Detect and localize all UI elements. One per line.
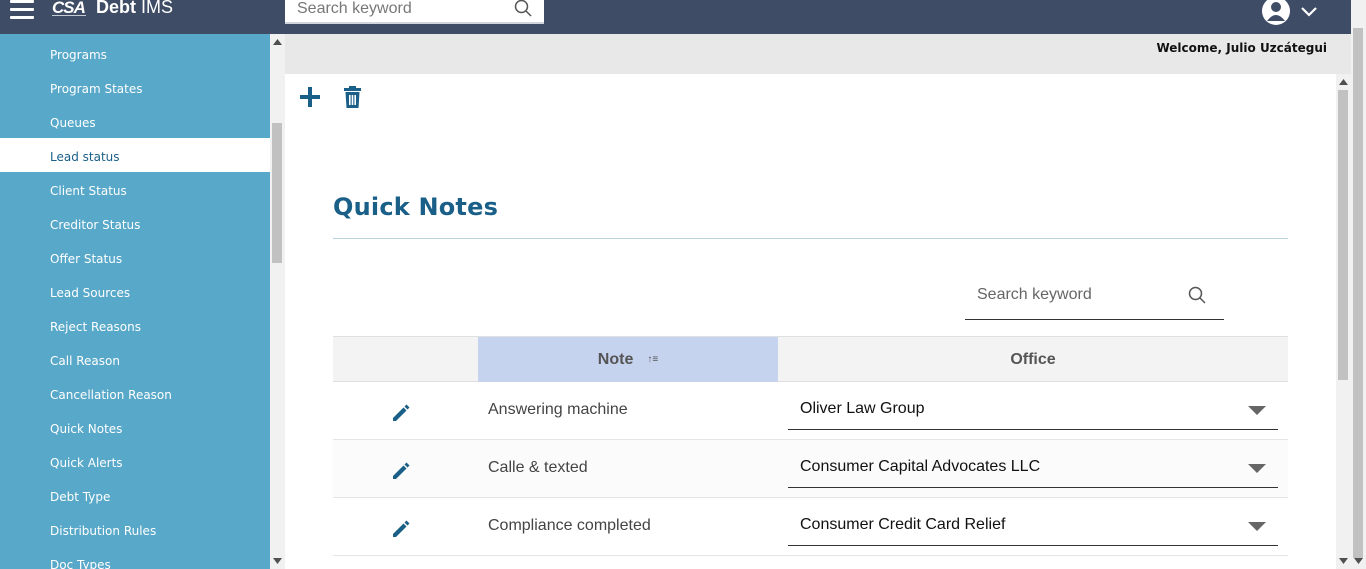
scroll-up-icon[interactable] xyxy=(1339,79,1348,85)
trash-icon[interactable] xyxy=(343,86,362,108)
pencil-icon[interactable] xyxy=(391,403,411,423)
menu-icon[interactable] xyxy=(10,0,34,20)
table-row: Answering machine Oliver Law Group xyxy=(333,382,1288,440)
sidebar-item-quick-alerts[interactable]: Quick Alerts xyxy=(0,444,270,478)
content-scroll-thumb[interactable] xyxy=(1338,90,1348,380)
sidebar-item-reject-reasons[interactable]: Reject Reasons xyxy=(0,308,270,342)
top-bar: CSA Debt IMS xyxy=(0,0,1366,34)
title-divider xyxy=(333,238,1288,239)
scroll-down-icon[interactable] xyxy=(1339,558,1348,564)
sidebar-item-doc-types[interactable]: Doc Types xyxy=(0,546,270,569)
office-select[interactable]: Consumer Capital Advocates LLC xyxy=(788,448,1278,488)
app-title: Debt IMS xyxy=(96,0,174,17)
search-icon[interactable] xyxy=(1188,286,1206,304)
office-select[interactable]: Consumer Credit Card Relief xyxy=(788,506,1278,546)
sidebar-item-label: Quick Alerts xyxy=(50,456,123,470)
sidebar-item-label: Call Reason xyxy=(50,354,120,368)
table-row: Compliance completed Consumer Credit Car… xyxy=(333,498,1288,556)
sidebar-item-lead-sources[interactable]: Lead Sources xyxy=(0,274,270,308)
scroll-down-icon[interactable] xyxy=(273,558,282,564)
sidebar-item-creditor-status[interactable]: Creditor Status xyxy=(0,206,270,240)
table-search-input[interactable] xyxy=(977,284,1177,306)
plus-icon[interactable] xyxy=(298,85,322,109)
office-value: Consumer Capital Advocates LLC xyxy=(800,458,1041,475)
user-icon[interactable] xyxy=(1261,0,1291,26)
caret-down-icon[interactable] xyxy=(1248,464,1266,473)
column-header-office[interactable]: Office xyxy=(778,337,1288,382)
column-header-actions xyxy=(333,337,478,382)
sidebar-item-call-reason[interactable]: Call Reason xyxy=(0,342,270,376)
content-scrollbar[interactable] xyxy=(1336,74,1351,569)
sidebar-item-programs[interactable]: Programs xyxy=(0,36,270,70)
sidebar-item-label: Creditor Status xyxy=(50,218,141,232)
sidebar-item-label: Queues xyxy=(50,116,96,130)
note-cell: Compliance completed xyxy=(488,517,651,534)
page-scrollbar[interactable] xyxy=(1351,0,1366,569)
sidebar-item-label: Programs xyxy=(50,48,107,62)
sidebar-item-program-states[interactable]: Program States xyxy=(0,70,270,104)
office-select[interactable]: Oliver Law Group xyxy=(788,390,1278,430)
column-header-label: Note xyxy=(597,350,634,368)
sidebar-item-distribution-rules[interactable]: Distribution Rules xyxy=(0,512,270,546)
sidebar-item-label: Reject Reasons xyxy=(50,320,142,334)
global-search xyxy=(285,0,544,24)
global-search-input[interactable] xyxy=(297,0,497,20)
sidebar-item-label: Program States xyxy=(50,82,143,96)
table-search xyxy=(965,275,1224,320)
caret-down-icon[interactable] xyxy=(1248,522,1266,531)
welcome-text: Welcome, Julio Uzcátegui xyxy=(1156,41,1327,55)
note-cell: Calle & texted xyxy=(488,459,588,476)
office-value: Consumer Credit Card Relief xyxy=(800,516,1006,533)
sidebar-item-lead-status[interactable]: Lead status xyxy=(0,138,270,172)
sidebar-item-debt-type[interactable]: Debt Type xyxy=(0,478,270,512)
sidebar-item-label: Lead Sources xyxy=(50,286,131,300)
sidebar: Programs Program States Queues Lead stat… xyxy=(0,34,270,569)
note-cell: Answering machine xyxy=(488,401,628,418)
sidebar-item-label: Quick Notes xyxy=(50,422,123,436)
pencil-icon[interactable] xyxy=(391,519,411,539)
quick-notes-table: Note ↑≡ Office Answering machine Oliver … xyxy=(333,336,1288,556)
sidebar-item-label: Debt Type xyxy=(50,490,111,504)
column-header-note[interactable]: Note ↑≡ xyxy=(478,337,778,382)
pencil-icon[interactable] xyxy=(391,461,411,481)
sort-icon[interactable]: ↑≡ xyxy=(647,354,658,365)
scroll-down-icon[interactable] xyxy=(1354,558,1363,564)
sidebar-item-quick-notes[interactable]: Quick Notes xyxy=(0,410,270,444)
company-logo: CSA xyxy=(52,0,86,17)
table-header: Note ↑≡ Office xyxy=(333,336,1288,382)
scroll-up-icon[interactable] xyxy=(273,39,282,45)
sidebar-item-label: Offer Status xyxy=(50,252,123,266)
sidebar-item-client-status[interactable]: Client Status xyxy=(0,172,270,206)
sidebar-scrollbar[interactable] xyxy=(270,34,285,569)
page-scroll-thumb[interactable] xyxy=(1353,28,1363,558)
search-icon[interactable] xyxy=(514,0,532,17)
sidebar-item-label: Doc Types xyxy=(50,558,111,569)
sidebar-item-label: Lead status xyxy=(50,150,120,164)
sidebar-item-label: Cancellation Reason xyxy=(50,388,172,402)
sidebar-item-label: Client Status xyxy=(50,184,127,198)
sidebar-item-cancellation-reason[interactable]: Cancellation Reason xyxy=(0,376,270,410)
page-title: Quick Notes xyxy=(333,193,499,221)
column-header-label: Office xyxy=(1010,350,1056,368)
table-row: Calle & texted Consumer Capital Advocate… xyxy=(333,440,1288,498)
sidebar-item-queues[interactable]: Queues xyxy=(0,104,270,138)
sidebar-scroll-thumb[interactable] xyxy=(272,123,282,263)
sidebar-item-label: Distribution Rules xyxy=(50,524,157,538)
sidebar-item-offer-status[interactable]: Offer Status xyxy=(0,240,270,274)
chevron-down-icon[interactable] xyxy=(1300,6,1318,18)
welcome-bar: Welcome, Julio Uzcátegui xyxy=(285,34,1351,74)
caret-down-icon[interactable] xyxy=(1248,406,1266,415)
office-value: Oliver Law Group xyxy=(800,400,925,417)
